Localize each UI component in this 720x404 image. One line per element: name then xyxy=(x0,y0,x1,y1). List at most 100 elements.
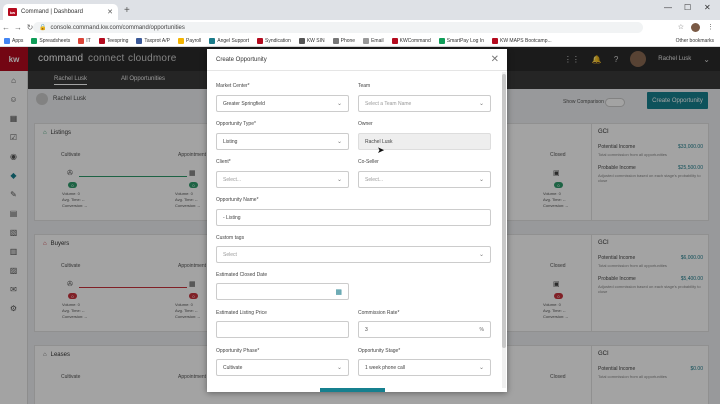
opportunity-type-label: Opportunity Type* xyxy=(216,121,256,127)
bookmark-item[interactable]: Apps xyxy=(4,37,24,44)
forward-icon[interactable]: → xyxy=(12,23,24,32)
url-text: console.command.kw.com/command/opportuni… xyxy=(50,24,185,31)
other-bookmarks[interactable]: Other bookmarks xyxy=(676,38,714,44)
market-center-label: Market Center* xyxy=(216,83,250,89)
bookmark-icon xyxy=(256,37,263,44)
bookmark-item[interactable]: Syndication xyxy=(256,37,291,44)
close-icon[interactable]: ✕ xyxy=(491,54,499,65)
kw-favicon-icon: kw xyxy=(8,8,17,16)
opportunity-phase-select[interactable]: Cultivate ⌄ xyxy=(216,359,349,376)
bookmark-item[interactable]: Phone xyxy=(332,37,356,44)
bookmark-item[interactable]: Email xyxy=(363,37,384,44)
bookmark-label: Taxprot A/P xyxy=(144,37,170,44)
bookmark-icon xyxy=(177,37,184,44)
bookmark-icon xyxy=(491,37,498,44)
co-seller-label: Co-Seller xyxy=(358,159,379,165)
bookmark-item[interactable]: IT xyxy=(78,37,91,44)
opportunity-stage-select[interactable]: 1 week phone call ⌄ xyxy=(358,359,491,376)
bookmark-item[interactable]: KWCommand xyxy=(391,37,431,44)
bookmark-label: Email xyxy=(371,37,384,44)
bookmark-item[interactable]: Angel Support xyxy=(209,37,249,44)
team-label: Team xyxy=(358,83,371,89)
opportunity-name-label: Opportunity Name* xyxy=(216,197,259,203)
browser-tab-bar: kw Command | Dashboard ✕ + — ☐ ✕ xyxy=(0,0,720,20)
bookmark-label: KWCommand xyxy=(399,37,431,44)
commission-rate-label: Commission Rate* xyxy=(358,310,400,316)
bookmark-label: Payroll xyxy=(185,37,202,44)
lock-icon: 🔒 xyxy=(39,25,47,31)
co-seller-placeholder: Select... xyxy=(365,176,384,183)
bookmark-label: SmartPay Log In xyxy=(446,37,484,44)
window-close-icon[interactable]: ✕ xyxy=(704,3,711,12)
bookmark-item[interactable]: Spreadsheets xyxy=(31,37,70,44)
bookmark-label: KW SIN xyxy=(306,37,325,44)
bookmark-icon xyxy=(332,37,339,44)
browser-tab[interactable]: kw Command | Dashboard ✕ xyxy=(3,4,118,20)
bookmark-icon xyxy=(78,37,85,44)
bookmark-item[interactable]: Payroll xyxy=(177,37,202,44)
bookmark-icon xyxy=(98,37,105,44)
listing-price-input[interactable] xyxy=(216,321,349,338)
modal-scrollbar[interactable] xyxy=(502,72,506,388)
opportunity-name-value: - Listing xyxy=(223,214,241,221)
back-icon[interactable]: ← xyxy=(0,23,12,32)
bookmark-label: Angel Support xyxy=(217,37,249,44)
market-center-value: Greater Springfield xyxy=(223,100,265,107)
opportunity-stage-label: Opportunity Stage* xyxy=(358,348,401,354)
bookmark-item[interactable]: KW MAPS Bootcamp... xyxy=(491,37,552,44)
modal-title: Create Opportunity xyxy=(216,57,267,63)
bookmark-icon xyxy=(438,37,445,44)
url-field[interactable]: 🔒 console.command.kw.com/command/opportu… xyxy=(33,22,643,33)
team-select[interactable]: Select a Team Name ⌄ xyxy=(358,95,491,112)
calendar-icon[interactable]: ▦ xyxy=(335,288,342,296)
maximize-icon[interactable]: ☐ xyxy=(684,3,691,12)
closed-date-label: Estimated Closed Date xyxy=(216,272,268,278)
tab-close-icon[interactable]: ✕ xyxy=(107,8,113,16)
co-seller-select[interactable]: Select... ⌄ xyxy=(358,171,491,188)
bookmark-label: Apps xyxy=(12,37,24,44)
menu-icon[interactable]: ⋮ xyxy=(707,23,714,32)
scroll-thumb[interactable] xyxy=(502,74,506,348)
bookmark-label: Phone xyxy=(340,37,356,44)
custom-tags-label: Custom tags xyxy=(216,235,245,241)
owner-label: Owner xyxy=(358,121,373,127)
bookmark-item[interactable]: Taxprot A/P xyxy=(136,37,170,44)
client-select[interactable]: Select... ⌄ xyxy=(216,171,349,188)
star-icon[interactable]: ☆ xyxy=(678,23,684,32)
percent-suffix: % xyxy=(479,326,484,333)
chevron-down-icon: ⌄ xyxy=(336,139,342,145)
bookmark-item[interactable]: Teespring xyxy=(98,37,128,44)
listing-price-label: Estimated Listing Price xyxy=(216,310,267,316)
opportunity-name-input[interactable]: - Listing xyxy=(216,209,491,226)
new-tab-icon[interactable]: + xyxy=(124,5,130,16)
bookmark-item[interactable]: SmartPay Log In xyxy=(438,37,484,44)
chevron-down-icon: ⌄ xyxy=(336,101,342,107)
modal-submit-button[interactable] xyxy=(320,388,385,392)
bookmark-icon xyxy=(31,37,38,44)
minimize-icon[interactable]: — xyxy=(664,3,672,12)
custom-tags-select[interactable]: Select ⌄ xyxy=(216,246,491,263)
chevron-down-icon: ⌄ xyxy=(478,101,484,107)
commission-rate-input[interactable]: 3% xyxy=(358,321,491,338)
team-placeholder: Select a Team Name xyxy=(365,100,412,107)
client-label: Client* xyxy=(216,159,231,165)
opportunity-type-select[interactable]: Listing ⌄ xyxy=(216,133,349,150)
mouse-cursor-icon: ➤ xyxy=(377,145,385,155)
client-placeholder: Select... xyxy=(223,176,242,183)
custom-tags-placeholder: Select xyxy=(223,251,237,258)
create-opportunity-modal: Create Opportunity ✕ Market Center* Grea… xyxy=(207,49,507,392)
chevron-down-icon: ⌄ xyxy=(336,365,342,371)
bookmark-icon xyxy=(391,37,398,44)
bookmark-icon xyxy=(298,37,305,44)
bookmark-item[interactable]: KW SIN xyxy=(298,37,325,44)
closed-date-input[interactable]: ▦ xyxy=(216,283,349,300)
profile-avatar[interactable] xyxy=(691,23,700,32)
bookmark-label: Syndication xyxy=(264,37,291,44)
owner-value: Rachel Lusk xyxy=(365,138,393,145)
bookmark-label: KW MAPS Bootcamp... xyxy=(499,37,552,44)
opportunity-type-value: Listing xyxy=(223,138,238,145)
market-center-select[interactable]: Greater Springfield ⌄ xyxy=(216,95,349,112)
bookmark-icon xyxy=(209,37,216,44)
chevron-down-icon: ⌄ xyxy=(478,252,484,258)
address-bar-row: ← → ↻ 🔒 console.command.kw.com/command/o… xyxy=(0,20,720,35)
